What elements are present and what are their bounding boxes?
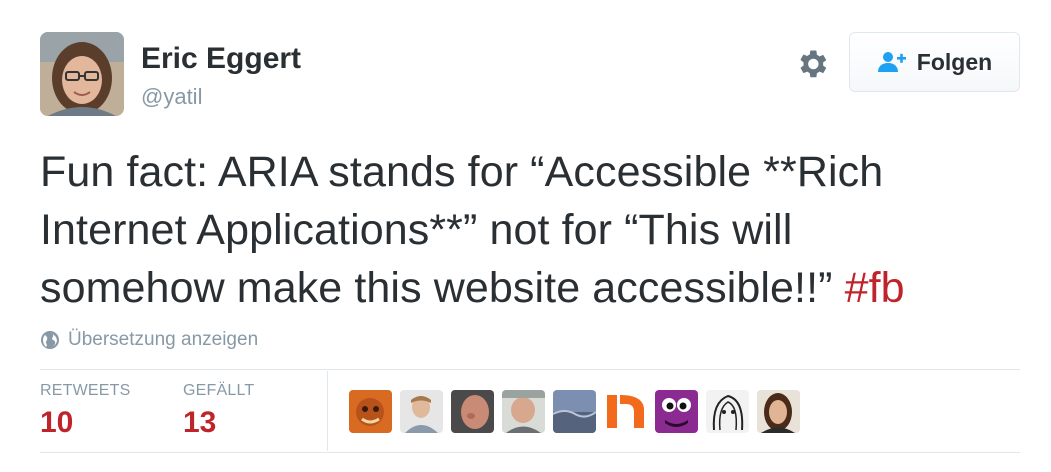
stats-divider-bottom	[40, 452, 1020, 453]
stats-divider-top	[40, 369, 1020, 370]
author-name[interactable]: Eric Eggert	[141, 42, 301, 76]
translate-label: Übersetzung anzeigen	[68, 329, 259, 350]
gear-icon[interactable]	[794, 46, 830, 82]
globe-icon	[41, 331, 59, 349]
tweet-text: Fun fact: ARIA stands for “Accessible **…	[40, 143, 1030, 317]
avatar-photo	[40, 32, 124, 116]
tweet-text-line-3: somehow make this website accessible!!” …	[40, 259, 1030, 317]
liker-avatar-image	[451, 390, 494, 433]
liker-avatar[interactable]	[451, 390, 494, 433]
author-handle[interactable]: @yatil	[141, 84, 202, 110]
follow-label: Folgen	[916, 48, 993, 75]
liker-avatar-image	[349, 390, 392, 433]
likes-stat[interactable]: GEFÄLLT 13	[183, 382, 254, 440]
retweets-label: RETWEETS	[40, 382, 131, 399]
liker-avatar-image	[400, 390, 443, 433]
user-plus-icon	[877, 52, 906, 72]
liker-avatar-image	[553, 390, 596, 433]
liker-avatar[interactable]	[400, 390, 443, 433]
liker-avatar-image	[655, 390, 698, 433]
tweet-text-line-1: Fun fact: ARIA stands for “Accessible **…	[40, 148, 884, 196]
liker-avatar[interactable]	[502, 390, 545, 433]
avatar[interactable]	[40, 32, 124, 116]
likes-count: 13	[183, 406, 217, 439]
liker-avatar[interactable]	[757, 390, 800, 433]
tweet-text-line-2: Internet Applications**” not for “This w…	[40, 206, 793, 254]
liker-avatar-image	[706, 390, 749, 433]
liker-avatar[interactable]	[349, 390, 392, 433]
retweets-stat[interactable]: RETWEETS 10	[40, 382, 131, 440]
liker-avatar-image	[757, 390, 800, 433]
liker-avatar[interactable]	[655, 390, 698, 433]
liker-avatar-image	[604, 390, 647, 433]
liker-avatar-image	[502, 390, 545, 433]
liker-avatars	[349, 390, 800, 433]
liker-avatar[interactable]	[604, 390, 647, 433]
retweets-count: 10	[40, 406, 74, 439]
tweet-text-line-3-content: somehow make this website accessible!!”	[40, 264, 845, 312]
translate-link[interactable]: Übersetzung anzeigen	[40, 329, 258, 351]
hashtag-link[interactable]: #fb	[845, 264, 905, 312]
stats-separator	[327, 371, 328, 451]
liker-avatar[interactable]	[706, 390, 749, 433]
likes-label: GEFÄLLT	[183, 382, 255, 399]
liker-avatar[interactable]	[553, 390, 596, 433]
follow-button[interactable]: Folgen	[849, 32, 1020, 92]
